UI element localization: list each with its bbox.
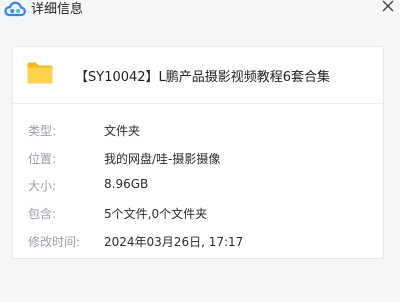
detail-value: 我的网盘/哇-摄影摄像 — [104, 152, 221, 166]
detail-label: 包含: — [28, 207, 57, 221]
close-icon[interactable] — [380, 0, 396, 14]
detail-label: 修改时间: — [28, 235, 81, 249]
detail-row-contains: 包含: 5个文件,0个文件夹 — [13, 205, 383, 225]
detail-value: 文件夹 — [104, 124, 141, 138]
window-title: 详细信息 — [31, 2, 84, 17]
detail-value: 5个文件,0个文件夹 — [104, 207, 208, 221]
detail-label: 位置: — [28, 152, 57, 166]
details-window: 详细信息 【SY10042】L鹏产品摄影视频教程6套合集 类型: 文件夹 位置:… — [0, 0, 400, 302]
title-bar: 详细信息 — [0, 0, 400, 24]
file-name: 【SY10042】L鹏产品摄影视频教程6套合集 — [75, 70, 331, 85]
folder-icon — [26, 61, 54, 85]
detail-label: 大小: — [28, 179, 57, 193]
detail-row-modified: 修改时间: 2024年03月26日, 17:17 — [13, 233, 383, 253]
file-header: 【SY10042】L鹏产品摄影视频教程6套合集 — [13, 47, 383, 104]
detail-value: 2024年03月26日, 17:17 — [104, 235, 244, 249]
detail-row-type: 类型: 文件夹 — [13, 122, 383, 142]
details-card: 【SY10042】L鹏产品摄影视频教程6套合集 类型: 文件夹 位置: 我的网盘… — [12, 46, 384, 259]
detail-value: 8.96GB — [104, 177, 149, 191]
detail-row-location: 位置: 我的网盘/哇-摄影摄像 — [13, 150, 383, 170]
detail-row-size: 大小: 8.96GB — [13, 177, 383, 197]
detail-label: 类型: — [28, 124, 57, 138]
cloud-icon — [4, 0, 26, 20]
